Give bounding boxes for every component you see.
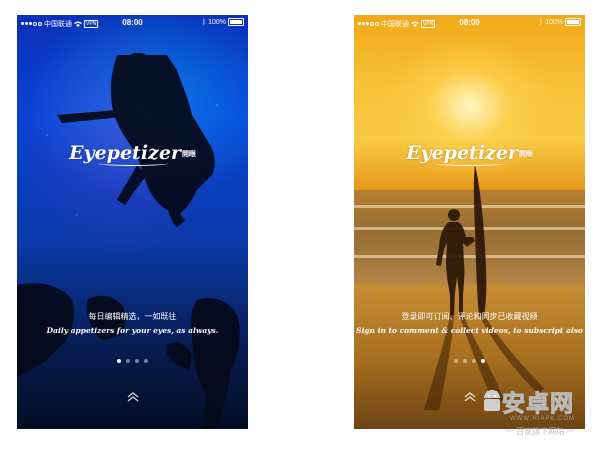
logo-chinese: 開眼 (518, 150, 533, 158)
watermark-slogan: 一 百家旗下网站 一 (506, 427, 575, 436)
page-dot[interactable] (135, 359, 139, 363)
battery-icon (228, 18, 244, 26)
page-dot[interactable] (472, 359, 476, 363)
page-dot[interactable] (454, 359, 458, 363)
page-dot[interactable] (144, 359, 148, 363)
double-chevron-up-icon (464, 392, 475, 402)
battery-icon (565, 18, 581, 26)
double-chevron-up-icon (127, 392, 138, 402)
page-dot[interactable] (126, 359, 130, 363)
page-dot[interactable] (117, 359, 121, 363)
watermark-url: WWW.HIAPK.COM (510, 416, 575, 422)
bluetooth-icon: ᛒ (201, 18, 207, 26)
onboarding-screen-1: 中国联通 VPN 08:00 ᛒ 100% Eyepetizer開眼 每日编辑精… (17, 15, 248, 429)
caption-english: Sign in to comment & collect videos, to … (356, 326, 583, 335)
battery-percent: 100% (208, 18, 226, 26)
onboarding-screen-4: 中国联通 VPN 08:00 ᛒ 100% Eyepetizer開眼 登录即可订… (354, 15, 585, 429)
page-dot[interactable] (481, 359, 485, 363)
logo-wordmark: Eyepetizer (406, 142, 518, 164)
app-logo: Eyepetizer開眼 (354, 142, 585, 166)
app-logo: Eyepetizer開眼 (17, 142, 248, 166)
page-indicator[interactable] (17, 359, 248, 363)
caption-english: Daily appetizers for your eyes, as alway… (46, 326, 219, 335)
page-dot[interactable] (463, 359, 467, 363)
battery-percent: 100% (545, 18, 563, 26)
battery-status: ᛒ 100% (202, 18, 244, 26)
android-robot-icon (484, 390, 500, 411)
watermark-title: 安卓网 (502, 391, 574, 418)
logo-wordmark: Eyepetizer (69, 142, 181, 164)
page-indicator[interactable] (354, 359, 585, 363)
caption-chinese: 登录即可订阅、评论和同步已收藏视频 (401, 312, 538, 321)
diver-silhouette-image (17, 53, 240, 429)
swipe-up-button[interactable] (17, 390, 248, 408)
status-bar: 中国联通 VPN 08:00 ᛒ 100% (17, 15, 248, 31)
hiapk-watermark: 安卓网 WWW.HIAPK.COM 一 百家旗下网站 一 (480, 380, 598, 446)
battery-status: ᛒ 100% (539, 18, 581, 26)
logo-chinese: 開眼 (181, 150, 196, 158)
status-bar: 中国联通 VPN 08:00 ᛒ 100% (354, 15, 585, 31)
caption-chinese: 每日编辑精选，一如既往 (88, 312, 177, 321)
surfer-silhouette-image (424, 165, 544, 410)
bluetooth-icon: ᛒ (538, 18, 544, 26)
